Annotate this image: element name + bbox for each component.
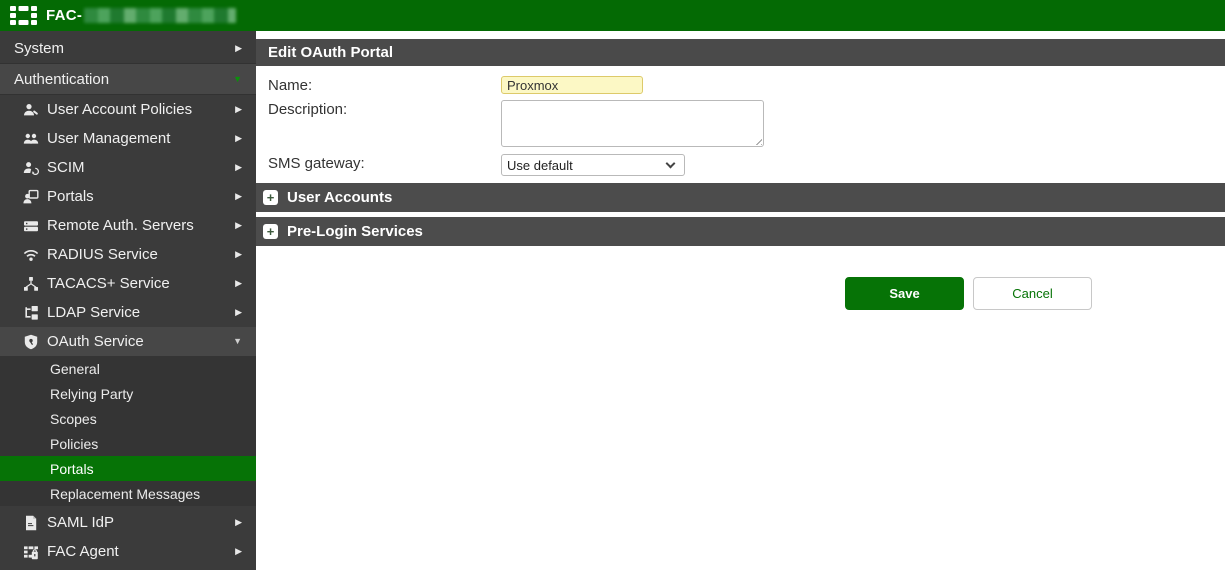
sidebar-item-scim[interactable]: SCIM ▶ xyxy=(0,153,256,182)
fac-agent-grid-icon xyxy=(22,544,40,560)
name-row: Name: xyxy=(268,76,1225,94)
description-label: Description: xyxy=(268,100,501,147)
sidebar-item-label: Authentication xyxy=(14,71,227,88)
sidebar-item-portals[interactable]: Portals xyxy=(0,456,256,481)
sidebar-item-label: SCIM xyxy=(47,159,229,176)
sidebar-item-label: Policies xyxy=(50,436,242,452)
section-pre-login-services[interactable]: Pre-Login Services xyxy=(256,217,1225,246)
section-label: User Accounts xyxy=(287,189,392,206)
form-actions: Save Cancel xyxy=(845,277,1225,310)
chevron-right-icon: ▶ xyxy=(235,308,242,317)
portal-window-icon xyxy=(22,189,40,205)
sms-gateway-select[interactable]: Use default xyxy=(501,154,685,176)
chevron-right-icon: ▶ xyxy=(235,221,242,230)
user-group-icon xyxy=(22,131,40,147)
sidebar-item-relying-party[interactable]: Relying Party xyxy=(0,381,256,406)
sidebar-item-label: Replacement Messages xyxy=(50,486,242,502)
redacted-hostname xyxy=(84,8,236,23)
sidebar-item-user-management[interactable]: User Management ▶ xyxy=(0,124,256,153)
radius-wifi-icon xyxy=(22,247,40,263)
sidebar-item-replacement-messages[interactable]: Replacement Messages xyxy=(0,481,256,506)
sidebar-item-radius-service[interactable]: RADIUS Service ▶ xyxy=(0,240,256,269)
saml-document-icon xyxy=(22,515,40,531)
sidebar-item-oauth-service[interactable]: OAuth Service ▼ xyxy=(0,327,256,356)
sidebar-item-label: SAML IdP xyxy=(47,514,229,531)
name-label: Name: xyxy=(268,76,501,94)
sidebar-item-label: Portals xyxy=(50,461,242,477)
sidebar-item-saml-idp[interactable]: SAML IdP ▶ xyxy=(0,508,256,537)
fortinet-logo-icon xyxy=(10,6,37,25)
chevron-right-icon: ▶ xyxy=(235,547,242,556)
cancel-button[interactable]: Cancel xyxy=(973,277,1092,310)
main-content: Edit OAuth Portal Name: Description: SMS… xyxy=(256,31,1225,570)
sidebar-item-authentication[interactable]: Authentication ▼ xyxy=(0,64,256,95)
sidebar-item-remote-auth-servers[interactable]: Remote Auth. Servers ▶ xyxy=(0,211,256,240)
sidebar-item-label: RADIUS Service xyxy=(47,246,229,263)
sidebar-item-fac-agent[interactable]: FAC Agent ▶ xyxy=(0,537,256,566)
sidebar-item-system[interactable]: System ▶ xyxy=(0,33,256,64)
sidebar-item-label: System xyxy=(14,40,229,57)
sidebar-item-label: Remote Auth. Servers xyxy=(47,217,229,234)
sidebar-item-label: FAC Agent xyxy=(47,543,229,560)
sidebar-item-policies[interactable]: Policies xyxy=(0,431,256,456)
sidebar-item-label: General xyxy=(50,361,242,377)
chevron-right-icon: ▶ xyxy=(235,192,242,201)
name-input[interactable] xyxy=(501,76,643,94)
sidebar-item-label: Scopes xyxy=(50,411,242,427)
sidebar-item-label: Relying Party xyxy=(50,386,242,402)
chevron-right-icon: ▶ xyxy=(235,163,242,172)
description-textarea[interactable] xyxy=(501,100,764,147)
expand-plus-icon[interactable] xyxy=(263,224,278,239)
section-label: Pre-Login Services xyxy=(287,223,423,240)
expand-plus-icon[interactable] xyxy=(263,190,278,205)
user-sync-icon xyxy=(22,160,40,176)
tacacs-network-icon xyxy=(22,276,40,292)
device-name: FAC- xyxy=(46,7,236,24)
sidebar-item-scopes[interactable]: Scopes xyxy=(0,406,256,431)
section-user-accounts[interactable]: User Accounts xyxy=(256,183,1225,212)
chevron-right-icon: ▶ xyxy=(235,105,242,114)
top-bar: FAC- xyxy=(0,0,1225,31)
chevron-right-icon: ▶ xyxy=(235,134,242,143)
sms-gateway-row: SMS gateway: Use default xyxy=(268,154,1225,176)
chevron-right-icon: ▶ xyxy=(235,279,242,288)
sidebar-item-user-account-policies[interactable]: User Account Policies ▶ xyxy=(0,95,256,124)
oauth-portal-form: Name: Description: SMS gateway: Use defa… xyxy=(256,66,1225,176)
chevron-down-icon: ▼ xyxy=(233,75,242,84)
sidebar-item-ldap-service[interactable]: LDAP Service ▶ xyxy=(0,298,256,327)
chevron-right-icon: ▶ xyxy=(235,250,242,259)
sidebar-item-label: OAuth Service xyxy=(47,333,227,350)
ldap-tree-icon xyxy=(22,305,40,321)
sidebar-item-label: Portals xyxy=(47,188,229,205)
chevron-right-icon: ▶ xyxy=(235,44,242,53)
sidebar-item-general[interactable]: General xyxy=(0,356,256,381)
sidebar-item-label: LDAP Service xyxy=(47,304,229,321)
chevron-down-icon: ▼ xyxy=(233,337,242,346)
save-button[interactable]: Save xyxy=(845,277,964,310)
page-title: Edit OAuth Portal xyxy=(256,39,1225,66)
sidebar-item-portals[interactable]: Portals ▶ xyxy=(0,182,256,211)
sidebar-item-label: User Account Policies xyxy=(47,101,229,118)
oauth-shield-icon xyxy=(22,334,40,350)
sidebar-item-label: User Management xyxy=(47,130,229,147)
sms-gateway-label: SMS gateway: xyxy=(268,154,501,176)
user-policies-icon xyxy=(22,102,40,118)
remote-servers-icon xyxy=(22,218,40,234)
sidebar-item-label: TACACS+ Service xyxy=(47,275,229,292)
description-row: Description: xyxy=(268,100,1225,147)
sidebar-nav: System ▶ Authentication ▼ User Account Polic… xyxy=(0,31,256,570)
sidebar-item-tacacs-service[interactable]: TACACS+ Service ▶ xyxy=(0,269,256,298)
chevron-right-icon: ▶ xyxy=(235,518,242,527)
